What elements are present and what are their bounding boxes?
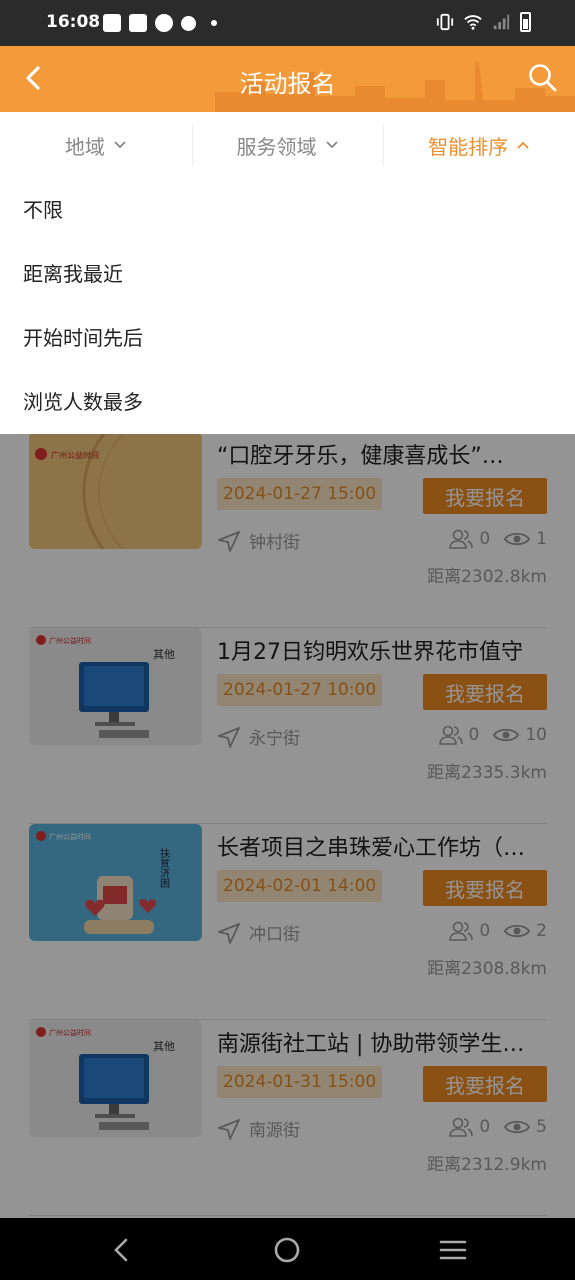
filter-tab-service-area[interactable]: 服务领域 — [191, 112, 384, 178]
dropdown-backdrop[interactable] — [0, 434, 575, 1218]
mail-icon — [129, 14, 147, 32]
sort-option-start-time[interactable]: 开始时间先后 — [0, 304, 575, 368]
check-circle-icon — [155, 14, 173, 32]
filter-tab-label: 地域 — [64, 134, 105, 159]
filter-tab-label: 智能排序 — [428, 134, 509, 159]
chevron-down-icon — [325, 141, 338, 149]
filter-bar: 地域 服务领域 智能排序 — [0, 112, 575, 178]
filter-tab-region[interactable]: 地域 — [0, 112, 192, 178]
home-nav-icon[interactable] — [271, 1234, 303, 1266]
battery-icon — [520, 12, 531, 32]
search-button[interactable] — [527, 62, 559, 94]
sort-option-most-viewed[interactable]: 浏览人数最多 — [0, 368, 575, 432]
vibrate-icon — [436, 13, 454, 31]
sort-dropdown: 不限 距离我最近 开始时间先后 浏览人数最多 — [0, 176, 575, 434]
filter-tab-label: 服务领域 — [236, 134, 317, 159]
sort-option-nearest[interactable]: 距离我最近 — [0, 240, 575, 304]
system-nav-bar — [0, 1218, 575, 1280]
shield-x-icon — [181, 16, 196, 31]
recents-nav-icon[interactable] — [437, 1234, 469, 1266]
chevron-up-icon — [517, 141, 529, 149]
status-time: 16:08 — [46, 12, 101, 32]
filter-tab-smart-sort[interactable]: 智能排序 — [383, 112, 575, 178]
header-bar: 活动报名 — [0, 46, 575, 112]
wifi-icon — [464, 15, 482, 30]
page-title: 活动报名 — [239, 70, 336, 98]
status-bar: 16:08 — [0, 0, 575, 46]
signal-icon — [493, 14, 510, 30]
mail-icon — [103, 14, 121, 32]
dot-icon — [211, 20, 217, 26]
sort-option-unlimited[interactable]: 不限 — [0, 176, 575, 240]
chevron-down-icon — [114, 141, 126, 149]
back-nav-icon[interactable] — [106, 1234, 138, 1266]
